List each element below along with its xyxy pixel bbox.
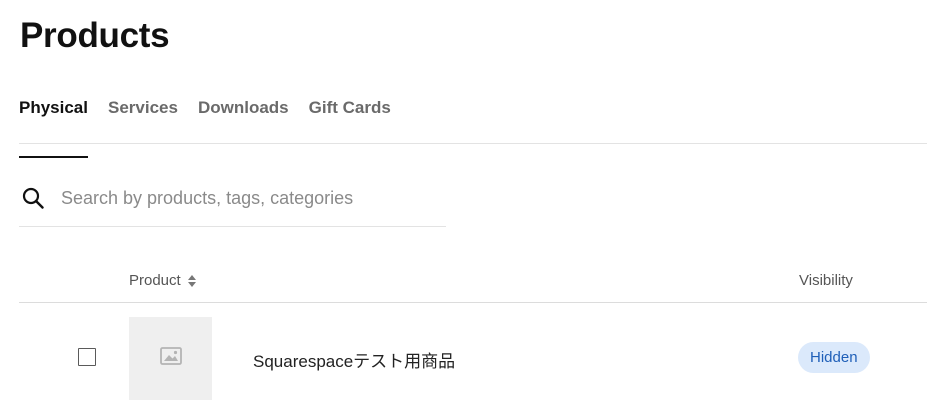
tab-services[interactable]: Services	[108, 88, 178, 143]
product-name[interactable]: Squarespaceテスト用商品	[253, 347, 455, 372]
visibility-badge: Hidden	[798, 342, 870, 373]
table-row[interactable]: Squarespaceテスト用商品 Hidden	[19, 303, 927, 412]
search-input[interactable]	[61, 187, 421, 209]
column-header-product[interactable]: Product	[129, 272, 197, 289]
search-icon[interactable]	[21, 186, 45, 210]
row-select-checkbox[interactable]	[78, 348, 96, 366]
image-placeholder-icon	[159, 347, 182, 370]
page-title: Products	[20, 16, 170, 55]
search-bar	[19, 170, 446, 227]
column-header-visibility: Visibility	[799, 272, 853, 289]
column-header-product-label: Product	[129, 272, 181, 289]
tab-gift-cards[interactable]: Gift Cards	[309, 88, 391, 143]
tab-downloads[interactable]: Downloads	[198, 88, 289, 143]
table-header: Product Visibility	[19, 262, 927, 303]
product-thumbnail[interactable]	[129, 317, 212, 400]
product-type-tabs: Physical Services Downloads Gift Cards	[19, 88, 927, 158]
sort-icon[interactable]	[187, 274, 197, 288]
tab-physical[interactable]: Physical	[19, 88, 88, 158]
